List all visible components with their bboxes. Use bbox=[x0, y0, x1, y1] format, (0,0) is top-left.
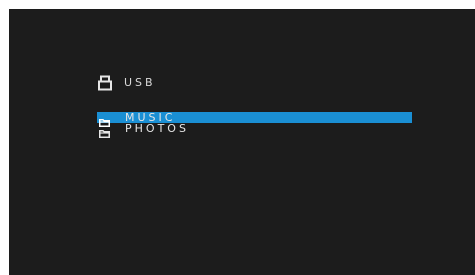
folder-icon bbox=[99, 125, 110, 138]
folder-label: PHOTOS bbox=[125, 122, 189, 135]
folder-icon bbox=[99, 114, 110, 127]
device-header: USB bbox=[97, 75, 156, 91]
device-label: USB bbox=[124, 76, 156, 89]
file-browser-screen: USB MUSIC PHOTOS bbox=[9, 9, 475, 275]
folder-list: MUSIC PHOTOS bbox=[97, 112, 412, 138]
folder-item-photos[interactable]: PHOTOS bbox=[97, 122, 412, 138]
usb-drive-icon bbox=[97, 75, 113, 91]
